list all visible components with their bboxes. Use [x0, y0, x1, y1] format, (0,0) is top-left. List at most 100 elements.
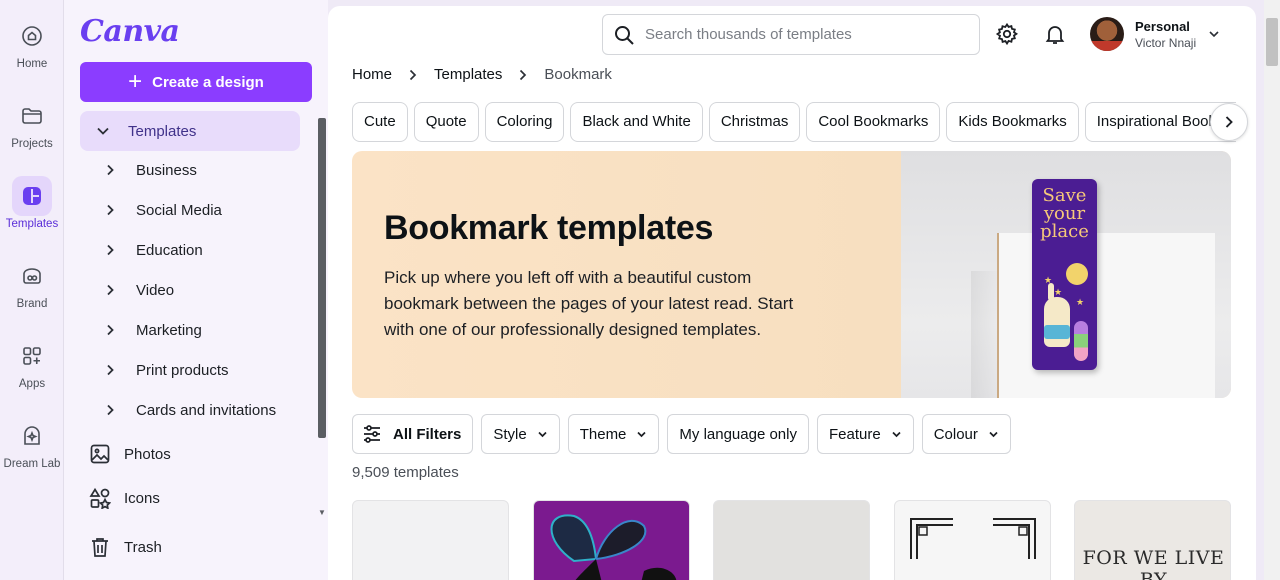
template-thumbnail[interactable]	[894, 500, 1051, 580]
filter-bar: All Filters Style Theme My language only…	[352, 414, 1019, 454]
chip-christmas[interactable]: Christmas	[708, 102, 801, 142]
filter-feature-dropdown[interactable]: Feature	[816, 414, 914, 454]
tree-item-templates[interactable]: Templates	[80, 111, 300, 151]
chip-kids-bookmarks[interactable]: Kids Bookmarks	[946, 102, 1079, 142]
filter-theme-dropdown[interactable]: Theme	[567, 414, 660, 454]
create-design-button[interactable]: + Create a design	[80, 62, 312, 102]
book-illustration	[997, 233, 1215, 398]
scroll-down-arrow-icon[interactable]: ▼	[318, 508, 326, 517]
tree-item-cards-invitations[interactable]: Cards and invitations	[104, 390, 276, 430]
breadcrumb-home[interactable]: Home	[352, 66, 392, 83]
photo-icon	[88, 442, 112, 466]
template-thumbnail[interactable]: FOR WE LIVE BY	[1074, 500, 1231, 580]
rail-label: Dream Lab	[3, 458, 61, 470]
search-input[interactable]	[645, 26, 965, 43]
hero-image: Save your place ★ ★ ★	[901, 151, 1231, 398]
nav-item-icons[interactable]: Icons	[88, 478, 160, 518]
chevron-right-icon	[408, 69, 418, 81]
rail-label: Templates	[5, 218, 59, 230]
tree-label: Marketing	[136, 321, 202, 339]
rail-item-home[interactable]: Home	[0, 16, 64, 86]
category-chips: Cute Quote Coloring Black and White Christma…	[352, 102, 1236, 144]
canva-logo[interactable]: Canva	[80, 14, 180, 49]
filter-style-dropdown[interactable]: Style	[481, 414, 560, 454]
chip-black-and-white[interactable]: Black and White	[570, 102, 703, 142]
template-thumbnail[interactable]	[533, 500, 690, 580]
filter-label: Theme	[579, 425, 627, 443]
templates-icon	[12, 176, 52, 216]
chevron-right-icon	[107, 324, 114, 336]
hero-description: Pick up where you left off with a beauti…	[384, 268, 794, 339]
breadcrumb-templates[interactable]: Templates	[434, 66, 502, 83]
tree-item-video[interactable]: Video	[104, 270, 174, 310]
chevron-right-icon	[107, 284, 114, 296]
nav-item-trash[interactable]: Trash	[88, 527, 162, 567]
rail-label: Projects	[11, 138, 53, 150]
template-thumbnail[interactable]	[713, 500, 870, 580]
template-thumbnail[interactable]	[352, 500, 509, 580]
create-design-label: Create a design	[152, 73, 264, 91]
star-icon: ★	[1076, 297, 1085, 307]
rail-item-projects[interactable]: Projects	[0, 96, 64, 166]
thumbnail-text: FOR WE LIVE BY	[1082, 547, 1225, 580]
filter-my-language-toggle[interactable]: My language only	[667, 414, 809, 454]
account-name[interactable]: Victor Nnaji	[1135, 36, 1196, 50]
chevron-right-icon	[107, 204, 114, 216]
bookmark-illustration: Save your place ★ ★ ★	[1032, 179, 1097, 370]
chevron-down-icon[interactable]	[1208, 28, 1220, 40]
chevron-right-icon	[107, 364, 114, 376]
hero-banner: Bookmark templates Pick up where you lef…	[352, 151, 1231, 398]
settings-button[interactable]	[993, 20, 1021, 48]
main-content: Personal Victor Nnaji Home Templates Boo…	[328, 6, 1256, 580]
brand-icon	[12, 256, 52, 296]
rail-item-brand[interactable]: Brand	[0, 256, 64, 326]
tree-label: Education	[136, 241, 203, 259]
tree-item-marketing[interactable]: Marketing	[104, 310, 202, 350]
notifications-button[interactable]	[1041, 20, 1069, 48]
chevron-right-icon	[1225, 116, 1233, 128]
moon-illustration	[1066, 263, 1088, 285]
plus-icon: +	[128, 68, 143, 95]
gear-icon	[995, 22, 1019, 46]
frame-ornament-illustration	[910, 518, 1036, 559]
bookmark-text: Save your place	[1040, 185, 1089, 242]
tree-item-business[interactable]: Business	[104, 150, 197, 190]
folder-icon	[12, 96, 52, 136]
rail-item-templates[interactable]: Templates	[0, 176, 64, 246]
chevron-down-icon	[97, 127, 109, 135]
all-filters-label: All Filters	[393, 425, 462, 443]
rail-label: Brand	[16, 298, 48, 310]
tree-label: Cards and invitations	[136, 401, 277, 419]
chevron-down-icon	[637, 431, 647, 437]
nav-item-photos[interactable]: Photos	[88, 434, 171, 474]
dream-lab-icon	[12, 416, 52, 456]
tree-item-social-media[interactable]: Social Media	[104, 190, 222, 230]
chip-quote[interactable]: Quote	[413, 102, 479, 142]
search-icon	[615, 25, 634, 45]
apps-icon	[12, 336, 52, 376]
chip-cute[interactable]: Cute	[352, 102, 408, 142]
nav-label-icons: Icons	[124, 489, 160, 507]
chevron-down-icon	[989, 431, 998, 437]
chip-coloring[interactable]: Coloring	[484, 102, 565, 142]
tree-item-print-products[interactable]: Print products	[104, 350, 229, 390]
chips-next-button[interactable]	[1210, 103, 1248, 141]
rail-item-apps[interactable]: Apps	[0, 336, 64, 406]
hero-title: Bookmark templates	[384, 209, 714, 247]
chip-cool-bookmarks[interactable]: Cool Bookmarks	[806, 102, 941, 142]
rail-item-dream-lab[interactable]: Dream Lab	[0, 416, 64, 486]
tree-label: Print products	[136, 361, 229, 379]
filter-colour-dropdown[interactable]: Colour	[921, 414, 1011, 454]
avatar[interactable]	[1090, 17, 1124, 51]
page-scrollbar[interactable]	[1264, 0, 1280, 580]
trash-icon	[88, 535, 112, 559]
account-type[interactable]: Personal	[1135, 19, 1190, 34]
page-scrollbar-thumb[interactable]	[1266, 18, 1278, 66]
filter-label: Style	[493, 425, 527, 443]
tree-item-education[interactable]: Education	[104, 230, 203, 270]
panel-scrollbar[interactable]	[318, 118, 326, 438]
all-filters-button[interactable]: All Filters	[352, 414, 474, 454]
bunny-illustration	[1044, 283, 1070, 347]
search-bar[interactable]	[602, 14, 980, 55]
filter-label: Colour	[933, 425, 978, 443]
